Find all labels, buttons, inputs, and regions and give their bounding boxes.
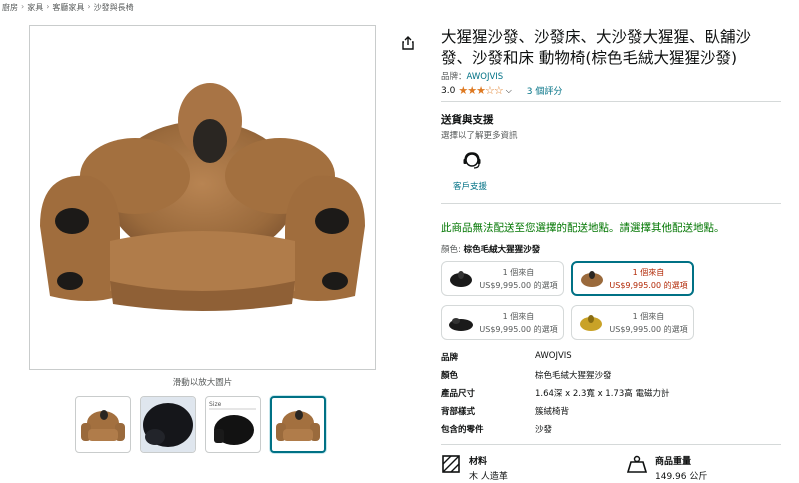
star-empty-icon: ☆ (493, 84, 504, 97)
spec-key: 顏色 (441, 371, 459, 381)
variant-text: 1 個來自 US$9,995.00 的選項 (605, 266, 692, 292)
shipping-warning: 此商品無法配送至您選擇的配送地點。請選擇其他配送地點。 (441, 222, 725, 234)
material-icon (442, 455, 460, 473)
variant-count: 1 個來自 (502, 311, 535, 321)
delivery-subtitle: 選擇以了解更多資訊 (441, 131, 518, 141)
rating-count-link[interactable]: 3 個評分 (527, 84, 563, 97)
rating-row: 3.0 ★ ★ ★ ☆ ☆ ⌵ 3 個評分 (441, 84, 562, 97)
black-sofa-thumb (141, 397, 195, 452)
divider (441, 203, 781, 204)
thumbnail-size-label: Size (209, 401, 222, 408)
spec-key: 產品尺寸 (441, 389, 476, 399)
feature-title: 商品重量 (655, 457, 692, 467)
black-sofa-swatch-icon (450, 270, 472, 287)
breadcrumb-separator: › (87, 2, 91, 11)
star-empty-icon: ☆ (484, 84, 495, 97)
star-full-icon: ★ (476, 84, 486, 97)
star-full-icon: ★ (467, 84, 477, 97)
variant-count: 1 個來自 (632, 267, 665, 277)
main-product-image[interactable] (29, 25, 376, 370)
spec-value: 簇絨椅背 (535, 407, 570, 417)
divider (441, 101, 781, 102)
breadcrumb-separator: › (21, 2, 25, 11)
customer-support-link[interactable]: 客戶支援 (453, 180, 487, 192)
brand-line: 品牌：AWOJVIS (441, 70, 503, 82)
breadcrumb-furniture[interactable]: 家具 (27, 2, 43, 13)
color-label: 顏色: (441, 245, 461, 255)
variant-swatch-brown-gorilla[interactable]: 1 個來自 US$9,995.00 的選項 (571, 261, 694, 296)
variant-price: US$9,995.00 的選項 (609, 324, 688, 334)
variant-swatch-black-gorilla[interactable]: 1 個來自 US$9,995.00 的選項 (441, 261, 564, 296)
gold-sofa-swatch-icon (580, 314, 602, 331)
breadcrumb-sofas[interactable]: 沙發與長椅 (94, 2, 134, 13)
spec-value: AWOJVIS (535, 351, 572, 361)
thumbnail-2[interactable] (140, 396, 196, 453)
variant-price: US$9,995.00 的選項 (479, 280, 558, 290)
variant-count: 1 個來自 (502, 267, 535, 277)
variant-price: US$9,995.00 的選項 (479, 324, 558, 334)
variant-swatch-black-lounger[interactable]: 1 個來自 US$9,995.00 的選項 (441, 305, 564, 340)
brown-sofa-swatch-icon (581, 270, 603, 287)
color-selection-line: 顏色: 棕色毛絨大猩猩沙發 (441, 243, 540, 255)
brown-sofa-thumb (276, 409, 320, 441)
thumbnail-1[interactable] (75, 396, 131, 453)
spec-key: 包含的零件 (441, 425, 484, 435)
brand-link[interactable]: AWOJVIS (467, 72, 504, 82)
rating-value: 3.0 (441, 85, 456, 96)
feature-title: 材料 (469, 457, 488, 467)
spec-key: 背部樣式 (441, 407, 476, 417)
thumbnail-strip: Size (75, 396, 326, 453)
feature-material: 材料 木 人造革 (441, 454, 508, 482)
weight-icon (627, 455, 647, 473)
color-selected-value: 棕色毛絨大猩猩沙發 (463, 245, 541, 255)
chevron-down-icon[interactable]: ⌵ (506, 86, 512, 96)
thumbnail-4-active[interactable] (270, 396, 326, 453)
spec-value: 棕色毛絨大猩猩沙發 (535, 371, 612, 381)
variant-text: 1 個來自 US$9,995.00 的選項 (474, 266, 563, 292)
breadcrumb-living-room[interactable]: 客廳家具 (52, 2, 84, 13)
divider (441, 444, 781, 445)
zoom-hint: 滑動以放大圖片 (172, 378, 233, 388)
breadcrumb-kitchen[interactable]: 廚房 (2, 2, 18, 13)
variant-price: US$9,995.00 的選項 (609, 280, 688, 290)
share-icon[interactable] (401, 36, 415, 50)
brand-prefix: 品牌： (441, 72, 467, 82)
breadcrumb: 廚房 › 家具 › 客廳家具 › 沙發與長椅 (2, 2, 134, 13)
variant-swatch-gold[interactable]: 1 個來自 US$9,995.00 的選項 (571, 305, 694, 340)
spec-value: 1.64深 x 2.3寬 x 1.73高 電磁力計 (535, 389, 670, 399)
customer-support-icon[interactable] (461, 150, 483, 172)
feature-value: 木 人造革 (469, 472, 508, 482)
variant-count: 1 個來自 (632, 311, 665, 321)
star-rating[interactable]: ★ ★ ★ ☆ ☆ (458, 84, 504, 97)
feature-weight: 商品重量 149.96 公斤 (627, 454, 707, 482)
feature-value: 149.96 公斤 (655, 472, 708, 482)
spec-value: 沙發 (535, 425, 553, 435)
gorilla-sofa-image (40, 83, 365, 311)
breadcrumb-separator: › (46, 2, 50, 11)
variant-text: 1 個來自 US$9,995.00 的選項 (474, 310, 563, 336)
star-full-icon: ★ (458, 84, 468, 97)
thumbnail-3[interactable]: Size (205, 396, 261, 453)
black-lounger-swatch-icon (449, 317, 473, 331)
brown-sofa-thumb (81, 409, 125, 441)
product-title: 大猩猩沙發、沙發床、大沙發大猩猩、臥舖沙發、沙發和床 動物椅(棕色毛絨大猩猩沙發… (441, 28, 752, 67)
delivery-title: 送貨與支援 (441, 114, 494, 126)
spec-key: 品牌 (441, 353, 459, 363)
size-diagram-thumb: Size (209, 401, 256, 445)
variant-text: 1 個來自 US$9,995.00 的選項 (604, 310, 693, 336)
